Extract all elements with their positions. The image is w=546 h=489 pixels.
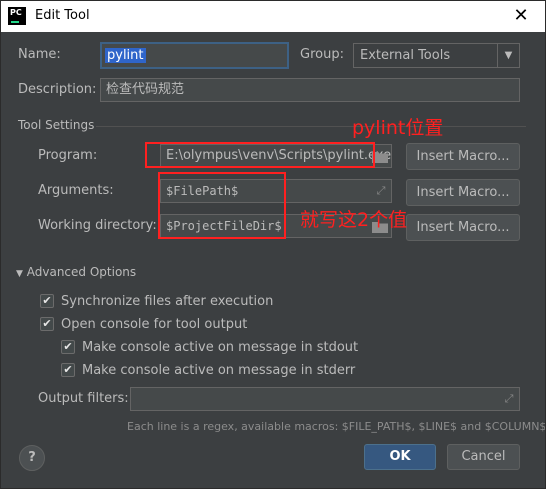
description-value: 检查代码规范: [106, 82, 185, 97]
insert-macro-button[interactable]: Insert Macro...: [406, 214, 520, 241]
title-bar: PC Edit Tool ✕: [0, 0, 546, 32]
close-icon[interactable]: ✕: [509, 4, 533, 28]
open-console-checkbox[interactable]: ✔: [40, 317, 54, 331]
section-divider: [96, 126, 526, 127]
annotation-args: 就写这2个值: [300, 209, 408, 231]
stdout-active-checkbox[interactable]: ✔: [61, 340, 75, 354]
expand-icon[interactable]: ⤢: [502, 392, 516, 406]
advanced-options-toggle[interactable]: ▼ Advanced Options: [16, 265, 136, 279]
name-value: pylint: [105, 48, 146, 63]
annotation-program: pylint位置: [352, 117, 444, 139]
expand-icon[interactable]: ⤢: [374, 184, 388, 198]
output-filters-label: Output filters:: [38, 391, 129, 406]
window-border: [0, 0, 546, 489]
working-directory-label: Working directory:: [38, 218, 157, 233]
pycharm-logo-icon: PC: [8, 7, 26, 25]
group-value: External Tools: [360, 48, 451, 63]
ok-button[interactable]: OK: [364, 444, 436, 470]
insert-macro-button[interactable]: Insert Macro...: [406, 143, 520, 170]
window-title: Edit Tool: [35, 8, 90, 23]
tool-settings-heading: Tool Settings: [18, 118, 95, 132]
collapse-arrow-icon: ▼: [16, 269, 23, 279]
output-filters-input[interactable]: [130, 387, 520, 411]
program-label: Program:: [38, 148, 98, 163]
name-label: Name:: [18, 47, 61, 62]
cancel-button[interactable]: Cancel: [447, 444, 520, 470]
sync-files-checkbox[interactable]: ✔: [40, 294, 54, 308]
stderr-active-checkbox[interactable]: ✔: [61, 363, 75, 377]
advanced-options-heading: Advanced Options: [26, 265, 137, 279]
open-console-label: Open console for tool output: [61, 317, 248, 332]
arguments-label: Arguments:: [38, 183, 114, 198]
description-label: Description:: [18, 82, 97, 97]
description-input[interactable]: 检查代码规范: [100, 78, 520, 102]
chevron-down-icon[interactable]: ▼: [497, 44, 519, 67]
edit-tool-dialog: PC Edit Tool ✕ Name: pylint Group: Exter…: [0, 0, 546, 489]
name-input[interactable]: pylint: [100, 42, 289, 69]
annotation-args-box: [158, 172, 286, 239]
sync-files-label: Synchronize files after execution: [61, 294, 274, 309]
annotation-program-box: [145, 142, 375, 168]
help-button[interactable]: ?: [19, 445, 45, 471]
stdout-active-label: Make console active on message in stdout: [82, 340, 359, 355]
group-dropdown[interactable]: External Tools ▼: [353, 43, 520, 68]
stderr-active-label: Make console active on message in stderr: [82, 363, 356, 378]
output-filters-hint: Each line is a regex, available macros: …: [127, 420, 546, 433]
insert-macro-button[interactable]: Insert Macro...: [406, 179, 520, 206]
group-label: Group:: [300, 47, 344, 62]
